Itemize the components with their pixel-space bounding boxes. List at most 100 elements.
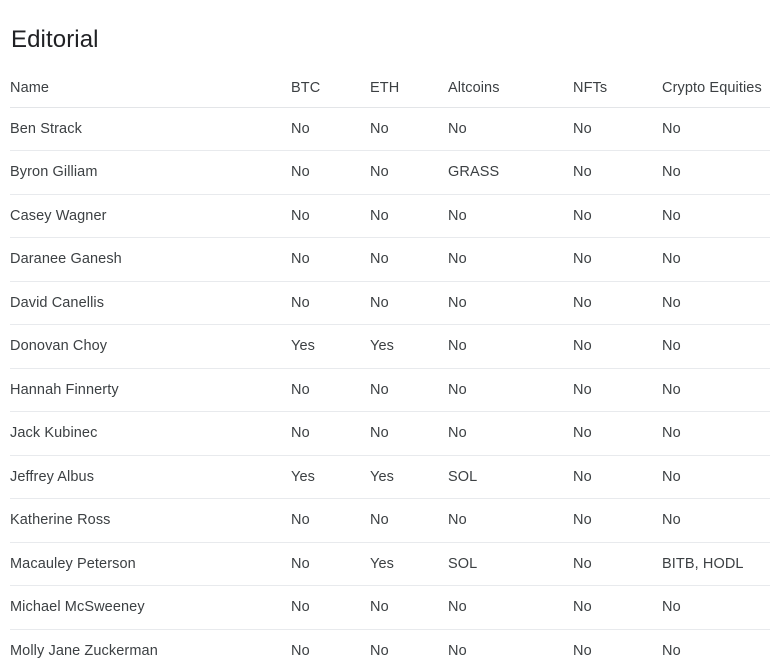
table-row: Jack Kubinec No No No No No [10, 411, 770, 456]
cell-equity: No [662, 498, 770, 543]
cell-nft: No [573, 643, 592, 659]
cell-equity: No [662, 150, 770, 195]
cell-equity: No [662, 194, 770, 238]
disclosure-table-container: Name BTC ETH Altcoins NFTs Crypto Equiti… [0, 62, 779, 669]
table-row: Casey Wagner No No No No No [10, 194, 770, 238]
cell-author-name: Jeffrey Albus [10, 455, 291, 499]
cell-author-name: Macauley Peterson [10, 542, 291, 586]
cell-equity: No [662, 368, 770, 412]
cell-btc: No [291, 643, 310, 659]
cell-alt: No [448, 643, 467, 659]
cell-eth: No [370, 643, 389, 659]
cell-author-name: Katherine Ross [10, 498, 291, 543]
cell-equity: No [662, 411, 770, 456]
table-row: Daranee Ganesh No No No No No [10, 237, 770, 282]
cell-author-name: Jack Kubinec [10, 411, 291, 456]
cell-equity: No [662, 107, 770, 151]
table-row: Molly Jane Zuckerman No No No No No [10, 629, 770, 669]
cell-author-name: David Canellis [10, 281, 291, 325]
table-body: Ben Strack No No No No No Byron Gilliam No No GRA… [10, 107, 770, 669]
column-header-name[interactable]: Name [10, 62, 291, 108]
column-header-nfts[interactable]: NFTs [573, 62, 662, 108]
cell-btc: No [291, 281, 370, 325]
cell-author-name: Ben Strack [10, 107, 291, 151]
cell-nft: No [573, 324, 662, 369]
editorial-disclosure-page: Editorial Name BTC ETH Altcoins NFTs Cry… [0, 0, 779, 669]
cell-btc: No [291, 237, 370, 282]
cell-alt: No [448, 411, 573, 456]
cell-author-name: Casey Wagner [10, 194, 291, 238]
cell-author-name: Michael McSweeney [10, 585, 291, 630]
cell-author-name: Byron Gilliam [10, 150, 291, 195]
cell-nft: No [573, 411, 662, 456]
cell-author-name: Molly Jane Zuckerman [10, 643, 158, 659]
cell-eth: No [370, 368, 448, 412]
cell-alt: No [448, 237, 573, 282]
cell-eth: Yes [370, 542, 448, 586]
cell-btc: No [291, 411, 370, 456]
cell-eth: No [370, 498, 448, 543]
cell-eth: No [370, 194, 448, 238]
table-header-row: Name BTC ETH Altcoins NFTs Crypto Equiti… [10, 62, 770, 108]
cell-alt: No [448, 281, 573, 325]
cell-alt: No [448, 585, 573, 630]
cell-btc: No [291, 368, 370, 412]
cell-nft: No [573, 150, 662, 195]
page-title: Editorial [11, 26, 99, 54]
cell-equity: No [662, 324, 770, 369]
table-row: Michael McSweeney No No No No No [10, 585, 770, 630]
editorial-holdings-table: Name BTC ETH Altcoins NFTs Crypto Equiti… [10, 62, 770, 669]
cell-alt: No [448, 194, 573, 238]
cell-equity: No [662, 585, 770, 630]
cell-alt: No [448, 107, 573, 151]
cell-author-name: Donovan Choy [10, 324, 291, 369]
column-header-alt[interactable]: Altcoins [448, 62, 573, 108]
table-row: David Canellis No No No No No [10, 281, 770, 325]
table-row: Byron Gilliam No No GRASS No No [10, 150, 770, 195]
cell-btc: No [291, 194, 370, 238]
cell-author-name: Hannah Finnerty [10, 368, 291, 412]
column-header-btc[interactable]: BTC [291, 62, 370, 108]
cell-btc: Yes [291, 455, 370, 499]
cell-eth: No [370, 585, 448, 630]
cell-nft: No [573, 237, 662, 282]
cell-btc: No [291, 150, 370, 195]
cell-eth: No [370, 150, 448, 195]
cell-alt: No [448, 324, 573, 369]
table-row: Katherine Ross No No No No No [10, 498, 770, 543]
cell-btc: Yes [291, 324, 370, 369]
cell-nft: No [573, 585, 662, 630]
cell-nft: No [573, 281, 662, 325]
cell-equity: No [662, 643, 681, 659]
cell-nft: No [573, 498, 662, 543]
column-header-eth[interactable]: ETH [370, 62, 448, 108]
table-row: Ben Strack No No No No No [10, 107, 770, 151]
cell-eth: Yes [370, 455, 448, 499]
column-header-equity[interactable]: Crypto Equities [662, 62, 770, 108]
cell-btc: No [291, 498, 370, 543]
cell-nft: No [573, 368, 662, 412]
table-row: Donovan Choy Yes Yes No No No [10, 324, 770, 369]
cell-nft: No [573, 107, 662, 151]
table-header: Name BTC ETH Altcoins NFTs Crypto Equiti… [10, 62, 770, 108]
cell-alt: GRASS [448, 150, 573, 195]
table-row: Macauley Peterson No Yes SOL No BITB, HODL [10, 542, 770, 586]
cell-equity: BITB, HODL [662, 542, 770, 586]
cell-eth: No [370, 281, 448, 325]
cell-nft: No [573, 542, 662, 586]
cell-nft: No [573, 194, 662, 238]
cell-btc: No [291, 542, 370, 586]
cell-equity: No [662, 455, 770, 499]
cell-alt: SOL [448, 542, 573, 586]
cell-nft: No [573, 455, 662, 499]
cell-equity: No [662, 237, 770, 282]
table-row: Jeffrey Albus Yes Yes SOL No No [10, 455, 770, 499]
cell-alt: No [448, 498, 573, 543]
cell-eth: No [370, 237, 448, 282]
cell-eth: No [370, 107, 448, 151]
cell-alt: SOL [448, 455, 573, 499]
cell-btc: No [291, 585, 370, 630]
cell-equity: No [662, 281, 770, 325]
cell-author-name: Daranee Ganesh [10, 237, 291, 282]
cell-btc: No [291, 107, 370, 151]
